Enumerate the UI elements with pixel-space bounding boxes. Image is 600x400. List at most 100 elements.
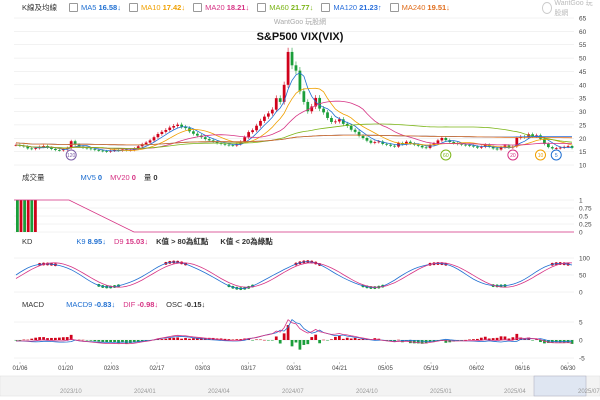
osc-bar: [93, 340, 97, 342]
period-marker-label: 120: [67, 153, 76, 159]
osc-bar: [464, 339, 467, 341]
osc-bar: [227, 339, 231, 340]
candle: [479, 146, 483, 148]
osc-bar: [397, 339, 400, 341]
period-marker-label: 5: [555, 153, 558, 159]
osc-bar: [306, 340, 310, 345]
candle: [294, 65, 298, 71]
candle: [495, 148, 499, 150]
candle: [152, 137, 156, 141]
candle: [227, 144, 231, 146]
osc-bar: [535, 339, 538, 340]
osc-bar: [101, 340, 105, 342]
osc-bar: [168, 337, 172, 340]
candle: [57, 150, 61, 151]
osc-bar: [263, 339, 266, 341]
candle: [468, 145, 471, 147]
candle: [361, 135, 365, 139]
y-tick-label: 1: [579, 198, 583, 205]
vix-chart[interactable]: 101520253035404550556065S&P500 VIX(VIX)W…: [0, 0, 600, 400]
y-tick-label: 0.25: [579, 222, 592, 229]
candle: [278, 98, 282, 102]
osc-bar: [38, 337, 42, 340]
candle: [192, 131, 195, 134]
osc-bar: [54, 337, 57, 340]
candle: [349, 125, 353, 130]
ma-line-ma120: [15, 134, 573, 146]
osc-bar: [85, 340, 89, 341]
candle: [203, 137, 207, 140]
y-tick-label: 25: [579, 122, 587, 129]
osc-bar: [468, 339, 471, 340]
candle: [302, 91, 306, 102]
osc-bar: [302, 340, 306, 345]
candle: [322, 108, 325, 113]
candle: [554, 148, 558, 149]
candle: [472, 145, 475, 147]
osc-bar: [491, 338, 495, 340]
osc-bar: [235, 339, 239, 340]
candle: [385, 143, 389, 145]
x-tick-label: 03/17: [241, 366, 257, 372]
osc-bar: [294, 340, 298, 343]
osc-bar: [184, 338, 187, 340]
y-tick-label: 0: [579, 230, 583, 237]
osc-bar: [180, 338, 183, 340]
osc-bar: [472, 339, 475, 340]
candle: [196, 133, 199, 136]
osc-bar: [109, 340, 112, 343]
osc-bar: [266, 340, 270, 341]
osc-bar: [231, 339, 235, 341]
navigator-date-label: 2025/01: [430, 389, 452, 395]
osc-bar: [322, 339, 325, 341]
osc-bar: [176, 337, 180, 340]
candle: [243, 137, 247, 142]
candle: [369, 140, 373, 143]
osc-bar: [278, 340, 282, 344]
osc-bar: [89, 340, 93, 341]
candle: [353, 129, 357, 132]
candle: [97, 150, 101, 151]
x-tick-label: 02/03: [104, 366, 120, 372]
candle: [326, 112, 329, 118]
x-tick-label: 02/17: [149, 366, 165, 372]
candle: [408, 141, 412, 144]
candle: [144, 142, 148, 145]
osc-bar: [97, 340, 101, 342]
ma-line-ma5: [15, 72, 573, 152]
candle: [373, 142, 377, 143]
y-tick-label: 0: [579, 338, 583, 345]
period-marker-label: 60: [443, 153, 449, 159]
y-tick-label: 65: [579, 16, 587, 23]
osc-bar: [164, 338, 168, 340]
osc-bar: [531, 340, 534, 341]
osc-bar: [61, 337, 65, 340]
x-tick-label: 05/05: [378, 366, 394, 372]
osc-bar: [326, 340, 329, 341]
osc-bar: [22, 339, 26, 341]
osc-bar: [349, 338, 353, 340]
volume-bar: [19, 200, 23, 232]
x-tick-label: 06/02: [469, 366, 485, 372]
osc-bar: [34, 337, 38, 340]
osc-bar: [334, 336, 337, 340]
candle: [550, 147, 554, 149]
volume-bar: [30, 200, 34, 232]
osc-bar: [314, 334, 318, 340]
osc-bar: [188, 338, 191, 340]
osc-bar: [18, 340, 22, 341]
x-tick-label: 06/16: [515, 366, 531, 372]
osc-bar: [14, 340, 18, 341]
x-tick-label: 05/19: [423, 366, 439, 372]
y-tick-label: 40: [579, 82, 587, 89]
ma-line-ma240: [15, 134, 573, 146]
osc-bar: [476, 338, 479, 340]
osc-bar: [357, 339, 361, 340]
candle: [290, 51, 294, 66]
candle: [259, 120, 262, 126]
period-marker-label: 10: [538, 153, 544, 159]
candle: [231, 145, 235, 147]
candle: [54, 148, 57, 151]
osc-bar: [318, 340, 322, 344]
osc-bar: [46, 338, 49, 340]
